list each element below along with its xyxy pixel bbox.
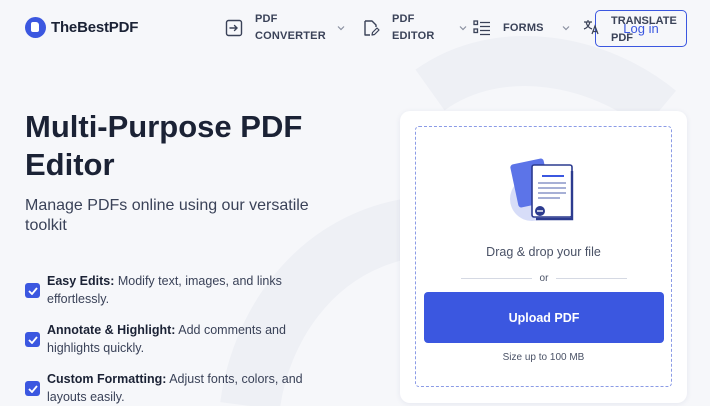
nav-forms-label: FORMS — [503, 21, 544, 34]
or-divider: or — [461, 271, 627, 285]
checkbox-icon — [25, 332, 40, 347]
feature-title: Easy Edits: — [47, 274, 115, 288]
arrow-in-box-icon — [225, 19, 243, 37]
size-limit-text: Size up to 100 MB — [502, 352, 585, 363]
chevron-down-icon — [337, 26, 345, 31]
list-icon — [473, 20, 490, 36]
feature-item: Custom Formatting: Adjust fonts, colors,… — [25, 371, 325, 406]
edit-document-icon — [364, 20, 380, 36]
feature-title: Custom Formatting: — [47, 372, 167, 386]
upload-card: Drag & drop your file or Upload PDF Size… — [400, 111, 687, 403]
nav-editor-line2: EDITOR — [392, 30, 435, 42]
drag-drop-text: Drag & drop your file — [486, 245, 601, 259]
logo[interactable]: TheBestPDF — [25, 17, 138, 38]
feature-item: Easy Edits: Modify text, images, and lin… — [25, 273, 325, 308]
feature-item: Annotate & Highlight: Add comments and h… — [25, 322, 325, 357]
nav-forms[interactable]: FORMS — [473, 19, 570, 37]
feature-title: Annotate & Highlight: — [47, 323, 176, 337]
nav-pdf-editor[interactable]: PDF EDITOR — [362, 11, 467, 45]
feature-list: Easy Edits: Modify text, images, and lin… — [25, 273, 325, 406]
nav-converter-line2: CONVERTER — [255, 30, 326, 42]
checkbox-icon — [25, 283, 40, 298]
logo-mark-icon — [25, 17, 46, 38]
nav-translate-line1: TRANSLATE — [611, 15, 677, 27]
page-title: Multi-Purpose PDF Editor — [25, 109, 303, 182]
chevron-down-icon — [562, 26, 570, 31]
nav-pdf-converter[interactable]: PDF CONVERTER — [225, 11, 345, 45]
header: TheBestPDF PDF CONVERTER PDF EDITOR FORM… — [0, 0, 710, 58]
or-label: or — [539, 272, 549, 284]
nav-editor-line1: PDF — [392, 13, 415, 25]
nav-translate-line2: PDF — [611, 32, 633, 44]
nav-converter-line1: PDF — [255, 13, 278, 25]
brand-name: TheBestPDF — [51, 19, 139, 36]
file-dropzone[interactable]: Drag & drop your file or Upload PDF Size… — [415, 126, 672, 387]
upload-pdf-button[interactable]: Upload PDF — [424, 292, 664, 343]
page-subtitle: Manage PDFs online using our versatile t… — [25, 197, 309, 234]
document-upload-illustration — [510, 158, 574, 221]
chevron-down-icon — [459, 26, 466, 31]
translate-icon — [583, 20, 599, 35]
nav-translate-pdf[interactable]: TRANSLATE PDF — [583, 13, 677, 47]
checkbox-icon — [25, 381, 40, 396]
